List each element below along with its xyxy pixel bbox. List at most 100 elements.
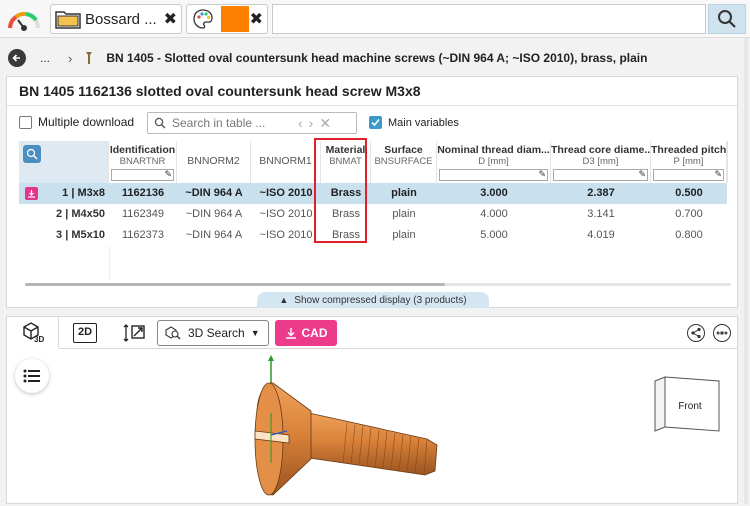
column-code: P [mm] [673, 156, 704, 167]
table-row[interactable]: 1 | M3x8 1162136 ~DIN 964 A ~ISO 2010 Br… [19, 183, 727, 204]
search-3d-dropdown[interactable]: 3D Search ▼ [157, 320, 269, 346]
cube-3d-icon: 3D [22, 322, 44, 343]
table-search-input[interactable]: Search in table ... [172, 116, 292, 130]
search-3d-label: 3D Search [188, 326, 245, 340]
chevron-right-icon[interactable]: › [309, 115, 314, 131]
back-button[interactable] [8, 49, 26, 67]
chevron-left-icon[interactable]: ‹ [298, 115, 303, 131]
column-header-bnnorm1[interactable]: BNNORM1 [251, 141, 321, 183]
multiple-download-toggle[interactable]: Multiple download [19, 115, 134, 129]
column-filter[interactable]: ✎ [111, 169, 174, 181]
column-header-bnnorm2[interactable]: BNNORM2 [177, 141, 251, 183]
list-icon [23, 369, 40, 383]
table-cell: ~DIN 964 A [185, 187, 243, 199]
close-tab-icon[interactable]: ✖ [250, 9, 263, 29]
multiple-download-label: Multiple download [38, 115, 135, 129]
explode-view-icon[interactable] [713, 324, 731, 342]
view-cube[interactable]: Front [649, 373, 721, 441]
table-cell: 3.141 [587, 208, 615, 220]
main-variables-checkbox[interactable] [369, 116, 382, 129]
column-filter[interactable]: ✎ [439, 169, 548, 181]
table-empty-area [109, 246, 727, 281]
search-icon [154, 117, 166, 129]
panel-title: BN 1405 1162136 slotted oval countersunk… [19, 83, 421, 99]
search-button[interactable] [708, 4, 746, 34]
tab-2d[interactable]: 2D [73, 323, 97, 343]
pencil-icon: ✎ [714, 169, 722, 179]
main-variables-label: Main variables [388, 116, 459, 129]
table-row[interactable]: 2 | M4x50 1162349 ~DIN 964 A ~ISO 2010 B… [19, 204, 727, 225]
tab-bossard[interactable]: Bossard ... ✖ [50, 4, 182, 34]
column-header-more [727, 141, 737, 183]
column-code: BNSURFACE [374, 156, 433, 167]
column-header-thread-core-diameter[interactable]: Thread core diame... D3 [mm] ✎ [551, 141, 651, 183]
table-cell: 3.000 [480, 187, 508, 199]
folder-icon [55, 9, 81, 29]
share-icon[interactable] [687, 324, 705, 342]
pencil-icon: ✎ [164, 169, 172, 179]
cad-download-button[interactable]: CAD [275, 320, 337, 346]
row-label: 3 | M5x10 [56, 229, 105, 241]
main-variables-toggle[interactable]: Main variables [369, 116, 459, 129]
table-cell: Brass [331, 208, 361, 220]
cad-viewer: 3D 2D 3D Search ▼ CAD Front [6, 316, 738, 504]
table-cell: 0.500 [675, 187, 703, 199]
arrow-left-icon [12, 54, 20, 62]
column-header-threaded-pitch[interactable]: Threaded pitch P [mm] ✎ [651, 141, 727, 183]
table-cell: 1162349 [121, 208, 164, 220]
table-horizontal-scrollbar[interactable] [19, 281, 737, 287]
color-swatch[interactable] [221, 6, 249, 32]
clear-icon[interactable]: ✕ [319, 115, 331, 132]
tab-3d-label: 3D [34, 335, 44, 343]
screw-3d-model[interactable] [227, 353, 467, 503]
table-cell: ~ISO 2010 [259, 208, 313, 220]
pencil-icon: ✎ [638, 169, 646, 179]
compressed-display-toggle[interactable]: ▲ Show compressed display (3 products) [257, 292, 489, 308]
page-scrollbar[interactable] [744, 38, 748, 504]
parts-list-button[interactable] [15, 359, 49, 393]
row-header-corner [19, 141, 109, 183]
breadcrumb-title: BN 1405 - Slotted oval countersunk head … [106, 51, 648, 65]
multiple-download-checkbox[interactable] [19, 115, 32, 129]
caret-down-icon: ▼ [250, 328, 260, 338]
column-code: D [mm] [478, 156, 509, 167]
column-code: BNARTNR [119, 156, 166, 167]
tab-3d[interactable]: 3D [7, 317, 59, 349]
check-icon [371, 118, 380, 127]
column-title: Identification [109, 144, 176, 156]
table-cell: ~ISO 2010 [259, 187, 313, 199]
table-cell: 5.000 [480, 229, 508, 241]
column-title: Material [325, 144, 366, 156]
column-header-surface[interactable]: Surface BNSURFACE [371, 141, 437, 183]
column-filter[interactable]: ✎ [653, 169, 724, 181]
table-cell: ~DIN 964 A [185, 229, 243, 241]
close-tab-icon[interactable]: ✖ [164, 9, 177, 29]
column-header-material[interactable]: Material BNMAT [321, 141, 371, 183]
scale-icon[interactable] [123, 322, 147, 344]
breadcrumb-ellipsis[interactable]: ... [40, 51, 50, 65]
column-header-nominal-thread-diameter[interactable]: Nominal thread diam... D [mm] ✎ [437, 141, 551, 183]
product-table: Identification BNARTNR ✎ BNNORM2 BNNORM1… [19, 141, 737, 281]
column-filter[interactable]: ✎ [553, 169, 648, 181]
product-table-panel: BN 1405 1162136 slotted oval countersunk… [6, 76, 738, 308]
column-code: D3 [mm] [582, 156, 619, 167]
compressed-display-label: Show compressed display (3 products) [294, 295, 467, 306]
global-search-input[interactable] [272, 4, 706, 34]
chevron-up-icon: ▲ [279, 295, 289, 305]
table-cell: Brass [330, 187, 362, 199]
query-icon[interactable] [23, 145, 41, 163]
scrollbar-thumb[interactable] [25, 283, 445, 286]
table-cell: ~DIN 964 A [185, 208, 243, 220]
search-3d-icon [165, 326, 181, 340]
row-label: 2 | M4x50 [56, 208, 105, 220]
table-cell: 4.019 [587, 229, 615, 241]
table-row[interactable]: 3 | M5x10 1162373 ~DIN 964 A ~ISO 2010 B… [19, 225, 727, 246]
tab-color[interactable]: ✖ [186, 4, 268, 34]
table-cell: 1162373 [121, 229, 164, 241]
table-cell: 0.700 [675, 208, 703, 220]
view-cube-front-label: Front [678, 401, 702, 412]
tab-label: Bossard ... [85, 10, 157, 28]
column-header-identification[interactable]: Identification BNARTNR ✎ [109, 141, 177, 183]
app-logo-icon[interactable] [4, 6, 44, 32]
chevron-right-icon: › [68, 50, 73, 66]
